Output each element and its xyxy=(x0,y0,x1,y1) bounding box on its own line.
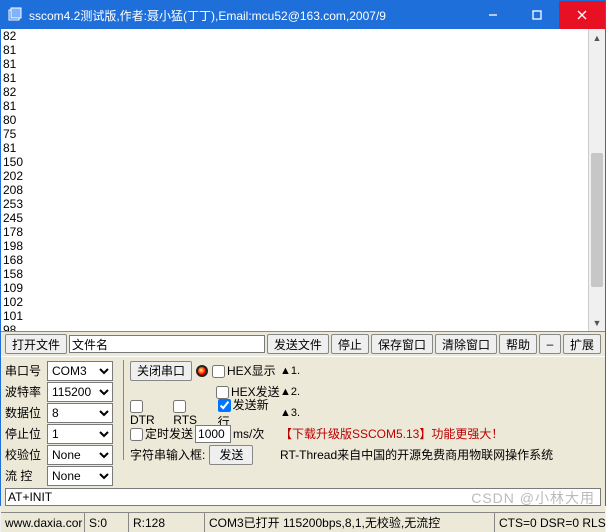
save-window-button[interactable]: 保存窗口 xyxy=(371,334,433,354)
scroll-down-icon[interactable]: ▼ xyxy=(589,314,605,331)
close-button[interactable] xyxy=(559,1,605,29)
file-name-input[interactable] xyxy=(69,335,265,353)
parity-select[interactable]: None xyxy=(47,445,113,465)
settings-panel: 串口号COM3 波特率115200 数据位8 停止位1 校验位None 流 控N… xyxy=(1,356,605,512)
databits-select[interactable]: 8 xyxy=(47,403,113,423)
titlebar: sscom4.2测试版,作者:聂小猛(丁丁),Email:mcu52@163.c… xyxy=(1,1,605,29)
open-file-button[interactable]: 打开文件 xyxy=(5,334,67,354)
promo1-text[interactable]: 【下载升级版SSCOM5.13】功能更强大！ xyxy=(280,425,503,442)
scroll-up-icon[interactable]: ▲ xyxy=(589,29,605,46)
hex-show-checkbox[interactable] xyxy=(212,365,225,378)
tri2-label: ▲2. xyxy=(280,386,300,398)
output-area[interactable]: 82 81 81 81 82 81 80 75 81 150 202 208 2… xyxy=(1,29,588,331)
timed-send-checkbox[interactable] xyxy=(130,428,143,441)
toolbar: 打开文件 发送文件 停止 保存窗口 清除窗口 帮助 – 扩展 xyxy=(1,331,605,356)
window-title: sscom4.2测试版,作者:聂小猛(丁丁),Email:mcu52@163.c… xyxy=(29,7,471,24)
ms-unit-label: ms/次 xyxy=(233,425,264,442)
tri1-label: ▲1. xyxy=(280,365,300,377)
send-button[interactable]: 发送 xyxy=(209,445,253,465)
dtr-field[interactable]: DTR xyxy=(130,398,169,426)
help-button[interactable]: 帮助 xyxy=(499,334,537,354)
parity-label: 校验位 xyxy=(5,446,47,463)
rts-checkbox[interactable] xyxy=(173,400,186,413)
clear-window-button[interactable]: 清除窗口 xyxy=(435,334,497,354)
app-icon xyxy=(7,7,23,23)
record-icon[interactable] xyxy=(196,365,208,377)
close-port-button[interactable]: 关闭串口 xyxy=(130,361,192,381)
timed-send-field[interactable]: 定时发送 xyxy=(130,425,193,442)
flow-select[interactable]: None xyxy=(47,466,113,486)
statusbar: www.daxia.cor S:0 R:128 COM3已打开 115200bp… xyxy=(1,512,605,532)
extend-button[interactable]: 扩展 xyxy=(563,334,601,354)
status-r: R:128 xyxy=(129,513,205,532)
status-port: COM3已打开 115200bps,8,1,无校验,无流控 xyxy=(205,513,495,532)
databits-label: 数据位 xyxy=(5,404,47,421)
dtr-checkbox[interactable] xyxy=(130,400,143,413)
stopbits-select[interactable]: 1 xyxy=(47,424,113,444)
newline-checkbox[interactable] xyxy=(218,399,231,412)
collapse-button[interactable]: – xyxy=(539,334,561,354)
input-box-label: 字符串输入框: xyxy=(130,446,205,463)
flow-label: 流 控 xyxy=(5,467,47,484)
timed-ms-input[interactable] xyxy=(195,425,231,443)
status-s: S:0 xyxy=(85,513,129,532)
port-select[interactable]: COM3 xyxy=(47,361,113,381)
status-lines: CTS=0 DSR=0 RLSI xyxy=(495,513,605,532)
send-file-button[interactable]: 发送文件 xyxy=(267,334,329,354)
baud-select[interactable]: 115200 xyxy=(47,382,113,402)
scrollbar[interactable]: ▲ ▼ xyxy=(588,29,605,331)
status-url[interactable]: www.daxia.cor xyxy=(1,513,85,532)
rts-field[interactable]: RTS xyxy=(173,398,211,426)
hex-show-field[interactable]: HEX显示 xyxy=(212,362,276,379)
stop-button[interactable]: 停止 xyxy=(331,334,369,354)
baud-label: 波特率 xyxy=(5,383,47,400)
send-string-input[interactable] xyxy=(5,488,601,506)
stopbits-label: 停止位 xyxy=(5,425,47,442)
minimize-button[interactable] xyxy=(471,1,515,29)
tri3-label: ▲3. xyxy=(280,407,300,419)
maximize-button[interactable] xyxy=(515,1,559,29)
promo2-text[interactable]: RT-Thread来自中国的开源免费商用物联网操作系统 xyxy=(280,446,553,463)
port-label: 串口号 xyxy=(5,362,47,379)
